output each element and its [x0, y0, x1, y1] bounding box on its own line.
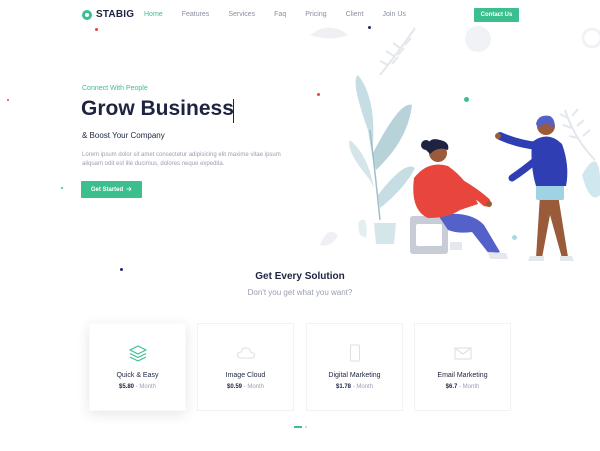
card-price: $6.7 - Month [445, 384, 480, 390]
decor-leaf-right [582, 161, 600, 198]
decor-dot [7, 99, 9, 101]
nav-item-services[interactable]: Services [228, 11, 255, 18]
stool-hole [416, 224, 442, 246]
card-title: Image Cloud [225, 372, 266, 379]
woman-shoe [450, 242, 462, 250]
decor-dot [95, 28, 98, 31]
solution-card-email-marketing[interactable]: Email Marketing $6.7 - Month [414, 323, 511, 411]
nav-item-pricing[interactable]: Pricing [305, 11, 326, 18]
woman-hair-bun [421, 140, 431, 150]
hero-eyebrow: Connect With People [82, 85, 148, 92]
solutions-subtitle: Don't you get what you want? [247, 288, 353, 297]
decor-fern [564, 109, 596, 161]
solution-card-quick-easy[interactable]: Quick & Easy $5.80 - Month [89, 323, 186, 411]
decor-dot [61, 187, 63, 189]
logo[interactable]: STABIG [82, 9, 134, 20]
small-plant [358, 219, 367, 238]
hero-description: Lorem ipsum dolor sit amet consectetur a… [82, 152, 281, 167]
hero-illustration [310, 26, 600, 261]
nav-item-features[interactable]: Features [182, 11, 210, 18]
card-price: $5.80 - Month [118, 384, 157, 390]
solution-card-digital-marketing[interactable]: Digital Marketing $1.78 - Month [306, 323, 403, 411]
nav-item-faq[interactable]: Faq [274, 11, 286, 18]
plant-leaf [349, 140, 374, 188]
plant-pot [374, 223, 396, 244]
main-menu: Home Features Services Faq Pricing Clien… [144, 11, 425, 18]
nav-item-client[interactable]: Client [346, 11, 364, 18]
get-started-button[interactable]: Get Started [81, 181, 142, 198]
logo-text: STABIG [96, 9, 135, 20]
decor-branch [379, 27, 416, 76]
cloud-icon [236, 344, 256, 362]
nav-item-home[interactable]: Home [144, 11, 163, 18]
solution-cards: Quick & Easy $5.80 - Month Image Cloud $… [89, 323, 511, 411]
man-hand [495, 133, 501, 139]
solutions-title: Get Every Solution [255, 271, 345, 282]
layers-icon [128, 344, 148, 362]
man-arm [496, 132, 542, 150]
decor-circle [465, 26, 491, 52]
card-title: Email Marketing [437, 372, 488, 379]
decor-leaf [310, 27, 348, 39]
card-title: Digital Marketing [328, 372, 381, 379]
card-title: Quick & Easy [116, 372, 159, 379]
arrow-right-icon [126, 186, 132, 194]
man-arm [508, 156, 540, 182]
pagination-dot[interactable] [305, 426, 307, 428]
woman-shoe [488, 252, 508, 259]
hero-title: Grow Business [81, 97, 234, 120]
hero-subtitle: & Boost Your Company [82, 131, 165, 140]
man-legs [536, 195, 568, 258]
decor-ring [581, 27, 600, 49]
woman-hand [486, 201, 492, 207]
solution-card-image-cloud[interactable]: Image Cloud $0.59 - Month [197, 323, 294, 411]
logo-icon [82, 9, 92, 20]
man-shoe [528, 256, 544, 261]
tablet-icon [345, 344, 365, 362]
plant-leaf [372, 104, 412, 170]
carousel-pagination [294, 426, 307, 428]
nav-item-join-us[interactable]: Join Us [383, 11, 406, 18]
man-shoe [560, 256, 574, 261]
mail-icon [453, 344, 473, 362]
get-started-label: Get Started [90, 186, 124, 193]
typing-caret [233, 99, 234, 123]
plant-leaf [378, 166, 415, 208]
decor-leaf-small [320, 231, 338, 246]
card-price: $0.59 - Month [226, 384, 265, 390]
plant-leaf [355, 75, 374, 155]
decor-branch-leaves [379, 37, 412, 66]
pagination-active[interactable] [294, 426, 302, 428]
card-price: $1.78 - Month [335, 384, 374, 390]
